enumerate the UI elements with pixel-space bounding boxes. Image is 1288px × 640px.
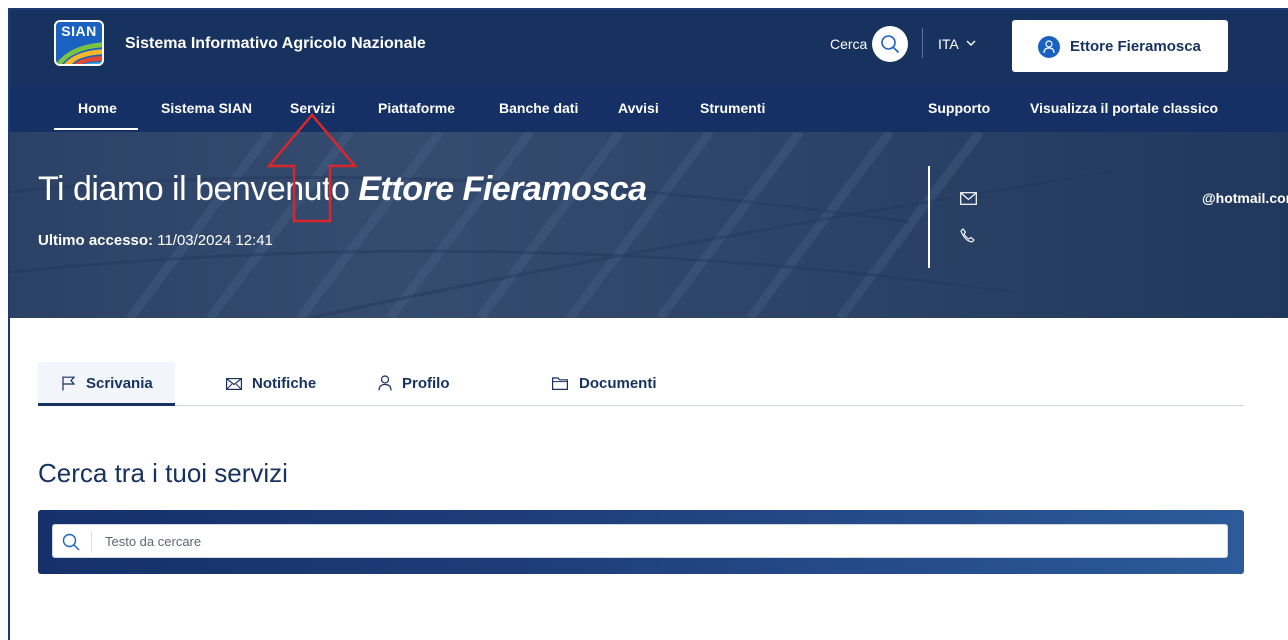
last-access-label: Ultimo accesso: — [38, 232, 154, 249]
tab-label: Notifiche — [252, 375, 317, 392]
site-title[interactable]: Sistema Informativo Agricolo Nazionale — [125, 35, 426, 53]
phone-icon — [960, 228, 975, 243]
tab-documenti[interactable]: Documenti — [548, 362, 688, 406]
header-separator — [922, 28, 923, 58]
tab-profilo[interactable]: Profilo — [378, 362, 498, 406]
flag-icon — [62, 376, 75, 391]
nav-item-home[interactable]: Home — [78, 100, 117, 116]
nav-item-portale-classico[interactable]: Visualizza il portale classico — [1030, 100, 1218, 116]
top-header: SIAN Sistema Informativo Agricolo Nazion… — [10, 10, 1288, 84]
sian-logo[interactable]: SIAN — [54, 20, 104, 66]
tab-label: Documenti — [579, 375, 657, 392]
chevron-down-icon[interactable] — [966, 40, 976, 47]
search-label[interactable]: Cerca — [830, 36, 867, 52]
mail-icon — [226, 378, 242, 390]
dashboard-tabs: Scrivania Notifiche Profilo Documenti — [38, 362, 1244, 406]
nav-item-avvisi[interactable]: Avvisi — [618, 100, 659, 116]
user-account-button[interactable]: Ettore Fieramosca — [1012, 20, 1228, 72]
nav-item-supporto[interactable]: Supporto — [928, 100, 990, 116]
services-search-panel: Testo da cercare — [38, 510, 1244, 574]
active-nav-indicator — [54, 128, 138, 130]
welcome-banner: Ti diamo il benvenuto Ettore Fieramosca … — [10, 132, 1288, 318]
search-icon — [62, 533, 80, 551]
tab-label: Scrivania — [86, 375, 153, 392]
user-name: Ettore Fieramosca — [1070, 38, 1201, 55]
annotation-arrow-icon — [266, 113, 358, 223]
tab-scrivania[interactable]: Scrivania — [38, 362, 175, 406]
language-selector[interactable]: ITA — [938, 36, 959, 52]
nav-item-strumenti[interactable]: Strumenti — [700, 100, 765, 116]
tab-notifiche[interactable]: Notifiche — [208, 362, 348, 406]
user-icon — [378, 375, 392, 391]
nav-item-piattaforme[interactable]: Piattaforme — [378, 100, 455, 116]
services-search-input[interactable]: Testo da cercare — [52, 524, 1228, 558]
user-icon — [1038, 36, 1060, 58]
last-access: Ultimo accesso: 11/03/2024 12:41 — [38, 232, 273, 249]
tab-label: Profilo — [402, 375, 450, 392]
search-placeholder: Testo da cercare — [105, 534, 202, 549]
nav-item-sistema-sian[interactable]: Sistema SIAN — [161, 100, 252, 116]
contact-divider — [928, 166, 930, 268]
nav-item-banche-dati[interactable]: Banche dati — [499, 100, 578, 116]
search-icon — [881, 35, 900, 54]
folder-icon — [552, 377, 568, 390]
search-input-separator — [91, 531, 92, 553]
services-heading: Cerca tra i tuoi servizi — [38, 458, 288, 488]
main-navigation: Home Sistema SIAN Servizi Piattaforme Ba… — [10, 84, 1288, 132]
banner-field-texture — [10, 132, 1111, 318]
search-button[interactable] — [872, 26, 908, 62]
welcome-user-name: Ettore Fieramosca — [358, 170, 647, 208]
user-email: @hotmail.com — [1202, 190, 1288, 206]
browser-viewport: SIAN Sistema Informativo Agricolo Nazion… — [8, 8, 1288, 640]
mail-icon — [960, 192, 977, 205]
last-access-value: 11/03/2024 12:41 — [157, 232, 273, 249]
logo-fields-icon — [56, 42, 102, 64]
